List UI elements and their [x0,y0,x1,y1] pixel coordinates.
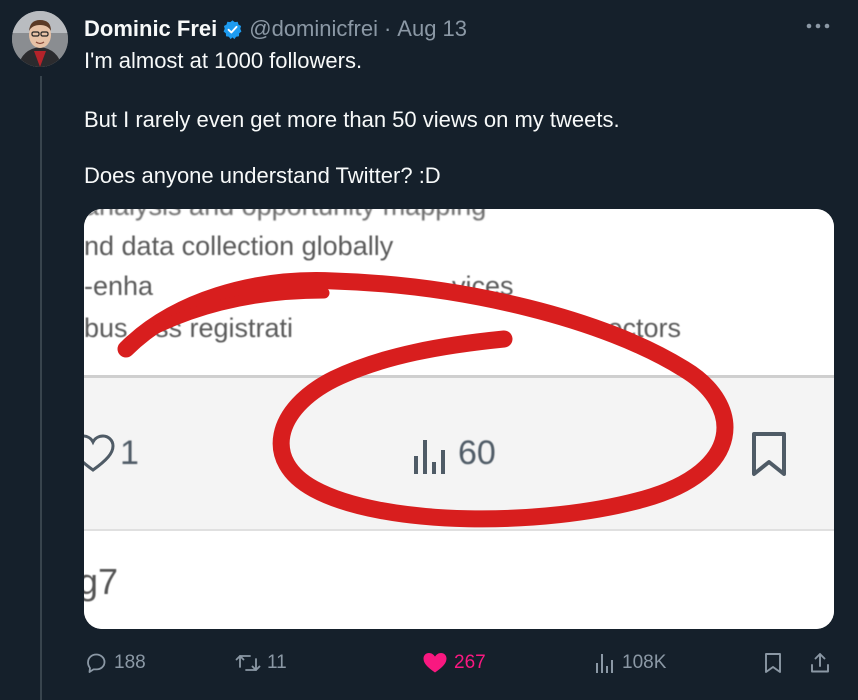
tweet-text-line-1: I'm almost at 1000 followers. [84,48,363,73]
avatar[interactable] [12,11,68,67]
like-button[interactable]: 267 [422,645,486,681]
bookmark-button[interactable] [762,645,790,681]
image-text-line-1: nd data collection globally [84,231,394,261]
like-count: 267 [454,652,486,673]
reply-count: 188 [114,652,146,673]
reply-icon [87,653,106,673]
thread-line [40,76,42,700]
tweet-actions: 188 11 267 108K [84,645,834,681]
image-text-line-3: bus [84,313,128,343]
image-text-region: analysis and opportunity mapping nd data… [84,209,834,375]
image-text-line-2: -enha [84,271,154,301]
retweet-count: 11 [267,652,287,673]
image-heart-icon [84,434,116,479]
image-text-line-2-tail: vices [452,271,514,301]
tweet-text-line-2: But I rarely even get more than 50 views… [84,107,620,132]
image-text-line-3-tail: sectors [594,313,682,343]
tweet-date[interactable]: Aug 13 [397,16,467,42]
image-like-count: 1 [120,434,139,472]
views-count: 108K [622,652,667,673]
reply-button[interactable]: 188 [84,645,146,681]
handle[interactable]: @dominicfrei [249,16,378,42]
image-views-count: 60 [458,434,496,472]
display-name[interactable]: Dominic Frei [84,16,217,42]
retweet-button[interactable]: 11 [235,645,287,681]
bookmark-icon [765,653,781,673]
share-icon [811,653,829,673]
views-icon [596,654,613,673]
tweet[interactable]: Dominic Frei @dominicfrei · Aug 13 I'm a… [0,0,858,700]
share-button[interactable] [808,645,838,681]
heart-icon [423,653,447,673]
tweet-header: Dominic Frei @dominicfrei · Aug 13 [84,14,467,44]
image-cropped-text: analysis and opportunity mapping [84,209,486,222]
tweet-text-line-3: Does anyone understand Twitter? :D [84,163,441,188]
separator-dot: · [383,16,392,41]
verified-badge-icon[interactable] [222,19,243,40]
image-bookmark-icon [748,430,790,483]
more-icon[interactable] [804,16,832,36]
image-action-bar: 1 60 [84,375,834,532]
image-bottom-text: g7 [84,561,119,602]
tweet-image[interactable]: analysis and opportunity mapping nd data… [84,209,834,629]
image-bottom-region: g7 [84,529,834,629]
views-button[interactable]: 108K [594,645,666,681]
retweet-icon [235,655,261,671]
image-text-line-3-mid: ess registrati [140,313,294,343]
image-views-icon [412,432,448,481]
